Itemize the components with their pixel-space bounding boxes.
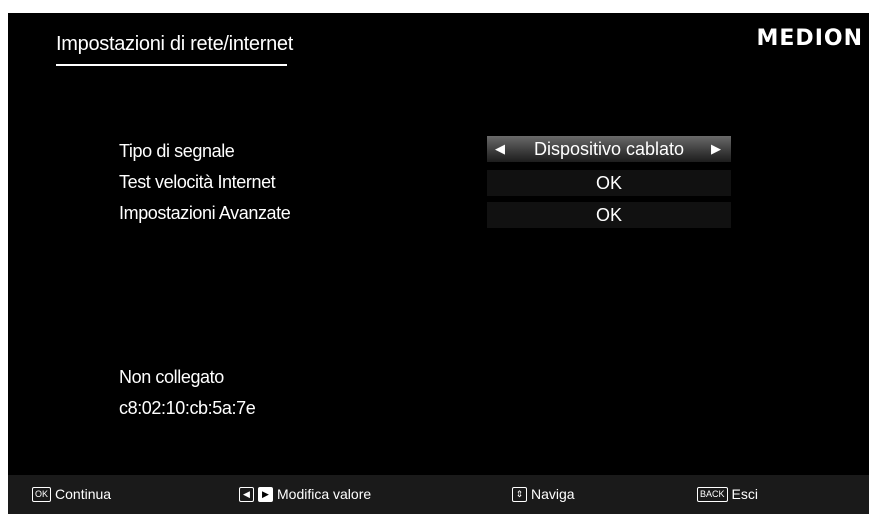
tv-settings-screen: Impostazioni di rete/internet MEDION Tip… (8, 13, 869, 514)
setting-label-advanced: Impostazioni Avanzate (119, 203, 291, 223)
signal-type-selector[interactable]: ◀ Dispositivo cablato ▶ (487, 136, 731, 162)
arrow-right-icon[interactable]: ▶ (711, 136, 721, 162)
footer-modify-label: Modifica valore (277, 486, 372, 502)
footer-continue-label: Continua (55, 486, 112, 502)
footer-continue[interactable]: OK Continua (32, 486, 111, 502)
footer-navigate[interactable]: ⇕ Naviga (512, 486, 575, 502)
footer-exit-label: Esci (731, 486, 758, 502)
advanced-settings-button[interactable]: OK (487, 202, 731, 228)
signal-type-value: Dispositivo cablato (533, 139, 685, 159)
speed-test-button[interactable]: OK (487, 170, 731, 196)
brand-logo: MEDION (756, 26, 863, 51)
arrow-left-icon[interactable]: ◀ (495, 136, 505, 162)
page-title: Impostazioni di rete/internet (56, 33, 293, 55)
back-key-icon: BACK (697, 486, 728, 502)
connection-status: Non collegato (119, 367, 224, 387)
footer-exit[interactable]: BACK Esci (697, 486, 758, 502)
right-key-icon: ▶ (258, 486, 273, 502)
title-underline (56, 64, 287, 66)
footer-modify[interactable]: ◀ ▶ Modifica valore (239, 486, 371, 502)
footer-bar: OK Continua ◀ ▶ Modifica valore ⇕ Naviga… (8, 475, 869, 514)
ok-key-icon: OK (32, 486, 52, 502)
mac-address: c8:02:10:cb:5a:7e (119, 398, 256, 418)
up-down-key-icon: ⇕ (512, 486, 527, 502)
footer-navigate-label: Naviga (531, 486, 575, 502)
setting-label-signal-type: Tipo di segnale (119, 141, 235, 161)
left-key-icon: ◀ (239, 486, 254, 502)
setting-label-speed-test: Test velocità Internet (119, 172, 276, 192)
